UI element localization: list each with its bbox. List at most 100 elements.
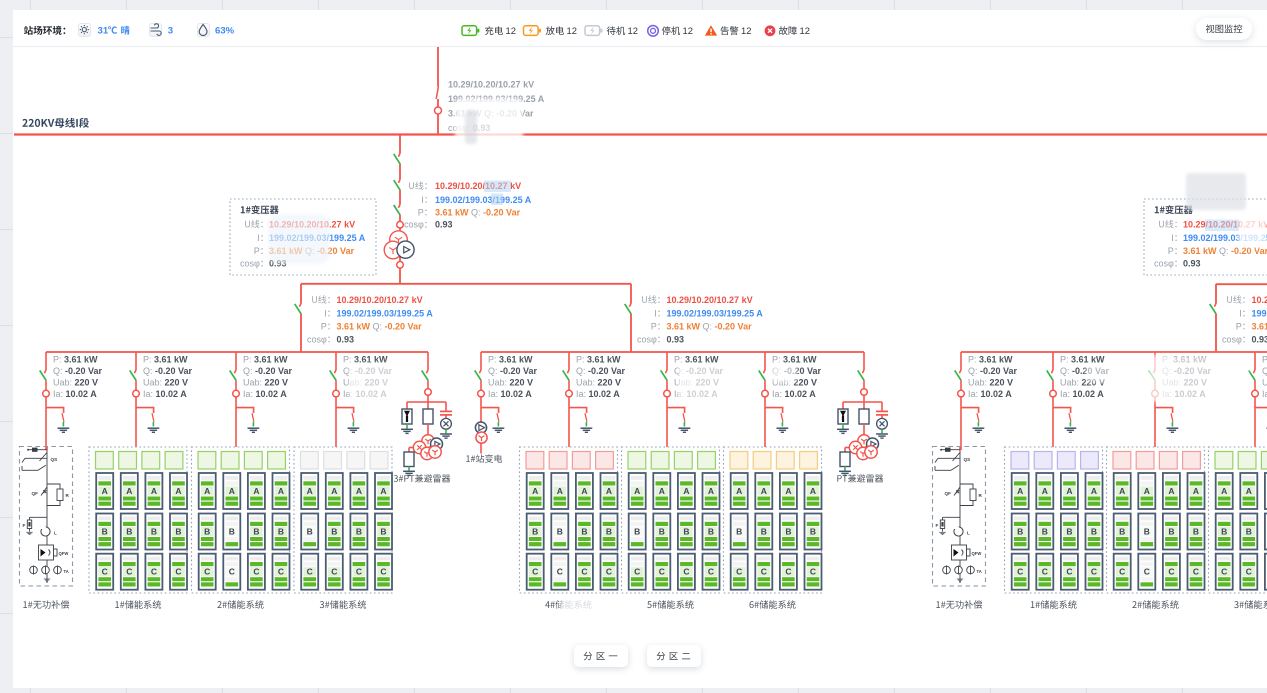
svg-text:C: C bbox=[659, 567, 665, 577]
svg-text:A: A bbox=[1168, 486, 1174, 496]
svg-text:A: A bbox=[1091, 486, 1097, 496]
svg-text:Q: -0.20 Var: Q: -0.20 Var bbox=[243, 366, 293, 376]
svg-text:L: L bbox=[967, 531, 970, 536]
svg-text:A: A bbox=[634, 486, 640, 496]
svg-text:0.93: 0.93 bbox=[337, 334, 355, 344]
svg-text:A: A bbox=[606, 486, 612, 496]
svg-text:B: B bbox=[606, 526, 612, 536]
svg-text:A: A bbox=[380, 486, 386, 496]
svg-text:I: I bbox=[654, 308, 657, 318]
svg-text:10.29/10.20/10.27 kV: 10.29/10.20/10.27 kV bbox=[448, 80, 534, 90]
svg-text:C: C bbox=[380, 567, 386, 577]
svg-text:A: A bbox=[1042, 486, 1048, 496]
svg-text:3.61 kW Q: -0.20 Var: 3.61 kW Q: -0.20 Var bbox=[435, 207, 521, 217]
svg-text:A: A bbox=[1246, 486, 1252, 496]
svg-text:B: B bbox=[810, 526, 816, 536]
svg-text:A: A bbox=[785, 486, 791, 496]
svg-text:B: B bbox=[1168, 526, 1174, 536]
svg-text:12: 12 bbox=[683, 25, 693, 36]
svg-text:B: B bbox=[1066, 526, 1072, 536]
svg-text:Uab: 220 V: Uab: 220 V bbox=[143, 378, 188, 388]
svg-text:A: A bbox=[126, 486, 132, 496]
svg-text:12: 12 bbox=[800, 25, 810, 36]
svg-text:P: P bbox=[1168, 246, 1174, 256]
svg-text:Ia: 10.02 A: Ia: 10.02 A bbox=[576, 389, 620, 399]
svg-text:C: C bbox=[1193, 567, 1199, 577]
svg-text:Ia: 10.02 A: Ia: 10.02 A bbox=[143, 389, 187, 399]
svg-text:199.02/199.03/199.25 A: 199.02/199.03/199.25 A bbox=[667, 308, 764, 318]
svg-text:P: 3.61 kW: P: 3.61 kW bbox=[243, 355, 288, 365]
svg-text:QF: QF bbox=[32, 491, 39, 496]
svg-text:B: B bbox=[532, 526, 538, 536]
svg-text:C: C bbox=[204, 567, 210, 577]
svg-text:12: 12 bbox=[506, 25, 516, 36]
svg-text:I: I bbox=[257, 233, 260, 243]
svg-text:C: C bbox=[785, 567, 791, 577]
svg-text:B: B bbox=[331, 526, 337, 536]
svg-text:199.02/199.03/199.25 A: 199.02/199.03/199.25 A bbox=[435, 195, 532, 205]
svg-text:P: 3.61 kW: P: 3.61 kW bbox=[576, 355, 621, 365]
svg-text:C: C bbox=[810, 567, 816, 577]
svg-text:3.61 kW Q: -0.20 Var: 3.61 kW Q: -0.20 Var bbox=[667, 321, 753, 331]
svg-text:A: A bbox=[581, 486, 587, 496]
svg-text:C: C bbox=[581, 567, 587, 577]
svg-text:31: 31 bbox=[98, 26, 109, 37]
svg-text:C: C bbox=[634, 567, 640, 577]
svg-text:B: B bbox=[204, 526, 210, 536]
svg-text:A: A bbox=[557, 486, 563, 496]
svg-text:B: B bbox=[175, 526, 181, 536]
svg-text:0.93: 0.93 bbox=[435, 220, 453, 230]
svg-text:A: A bbox=[356, 486, 362, 496]
svg-text:P: 3.61 kW: P: 3.61 kW bbox=[772, 355, 817, 365]
svg-text:B: B bbox=[659, 526, 665, 536]
svg-text:B: B bbox=[683, 526, 689, 536]
svg-text:I: I bbox=[1239, 308, 1242, 318]
svg-text:C: C bbox=[229, 567, 235, 577]
svg-text:A: A bbox=[1193, 486, 1199, 496]
svg-text:C: C bbox=[1168, 567, 1174, 577]
svg-text:A: A bbox=[151, 486, 157, 496]
svg-text:10.29/10.20/10.27 kV: 10.29/10.20/10.27 kV bbox=[667, 295, 753, 305]
svg-text:B: B bbox=[785, 526, 791, 536]
svg-text:12: 12 bbox=[628, 25, 638, 36]
svg-text:F: F bbox=[23, 523, 26, 528]
svg-text:cosφ: cosφ bbox=[637, 334, 657, 344]
svg-text:C: C bbox=[557, 567, 563, 577]
svg-text:TA: TA bbox=[64, 569, 69, 574]
svg-text:10.29/10.20/10.27 kV: 10.29/10.20/10.27 kV bbox=[337, 295, 423, 305]
svg-text:B: B bbox=[708, 526, 714, 536]
svg-text:0.93: 0.93 bbox=[1183, 259, 1201, 269]
svg-text:A: A bbox=[331, 486, 337, 496]
svg-text:P: 3.61 kW: P: 3.61 kW bbox=[968, 355, 1013, 365]
svg-text:C: C bbox=[532, 567, 538, 577]
svg-text:A: A bbox=[229, 486, 235, 496]
svg-text:Q: -0.20 Var: Q: -0.20 Var bbox=[488, 366, 538, 376]
svg-text:C: C bbox=[1119, 567, 1125, 577]
svg-text:10.29/10.20/10.27 kV: 10.29/10.20/10.27 kV bbox=[1252, 295, 1267, 305]
svg-text:cosφ: cosφ bbox=[404, 220, 424, 230]
svg-text:C: C bbox=[1066, 567, 1072, 577]
svg-text:P: P bbox=[254, 246, 260, 256]
svg-text:C: C bbox=[331, 567, 337, 577]
svg-text:B: B bbox=[1221, 526, 1227, 536]
svg-text:P: 3.61 kW: P: 3.61 kW bbox=[488, 355, 533, 365]
svg-text:B: B bbox=[1119, 526, 1125, 536]
svg-text:QFW: QFW bbox=[972, 551, 982, 556]
svg-text:B: B bbox=[307, 526, 313, 536]
svg-text:C: C bbox=[1042, 567, 1048, 577]
svg-text:QF: QF bbox=[945, 491, 952, 496]
svg-text:Q: -0.20 Var: Q: -0.20 Var bbox=[968, 366, 1018, 376]
svg-text:A: A bbox=[736, 486, 742, 496]
svg-text:Ia: 10.02 A: Ia: 10.02 A bbox=[488, 389, 532, 399]
svg-text:B: B bbox=[126, 526, 132, 536]
svg-text:R: R bbox=[979, 493, 983, 498]
svg-text:P: P bbox=[651, 321, 657, 331]
svg-text:C: C bbox=[1246, 567, 1252, 577]
svg-text:C: C bbox=[151, 567, 157, 577]
svg-text:Q: -0.20 Var: Q: -0.20 Var bbox=[143, 366, 193, 376]
svg-text:B: B bbox=[1017, 526, 1023, 536]
svg-text:QS: QS bbox=[51, 457, 58, 462]
svg-text:Uab: 220 V: Uab: 220 V bbox=[243, 378, 288, 388]
svg-text:P: 3.61 kW: P: 3.61 kW bbox=[53, 355, 98, 365]
svg-text:A: A bbox=[307, 486, 313, 496]
